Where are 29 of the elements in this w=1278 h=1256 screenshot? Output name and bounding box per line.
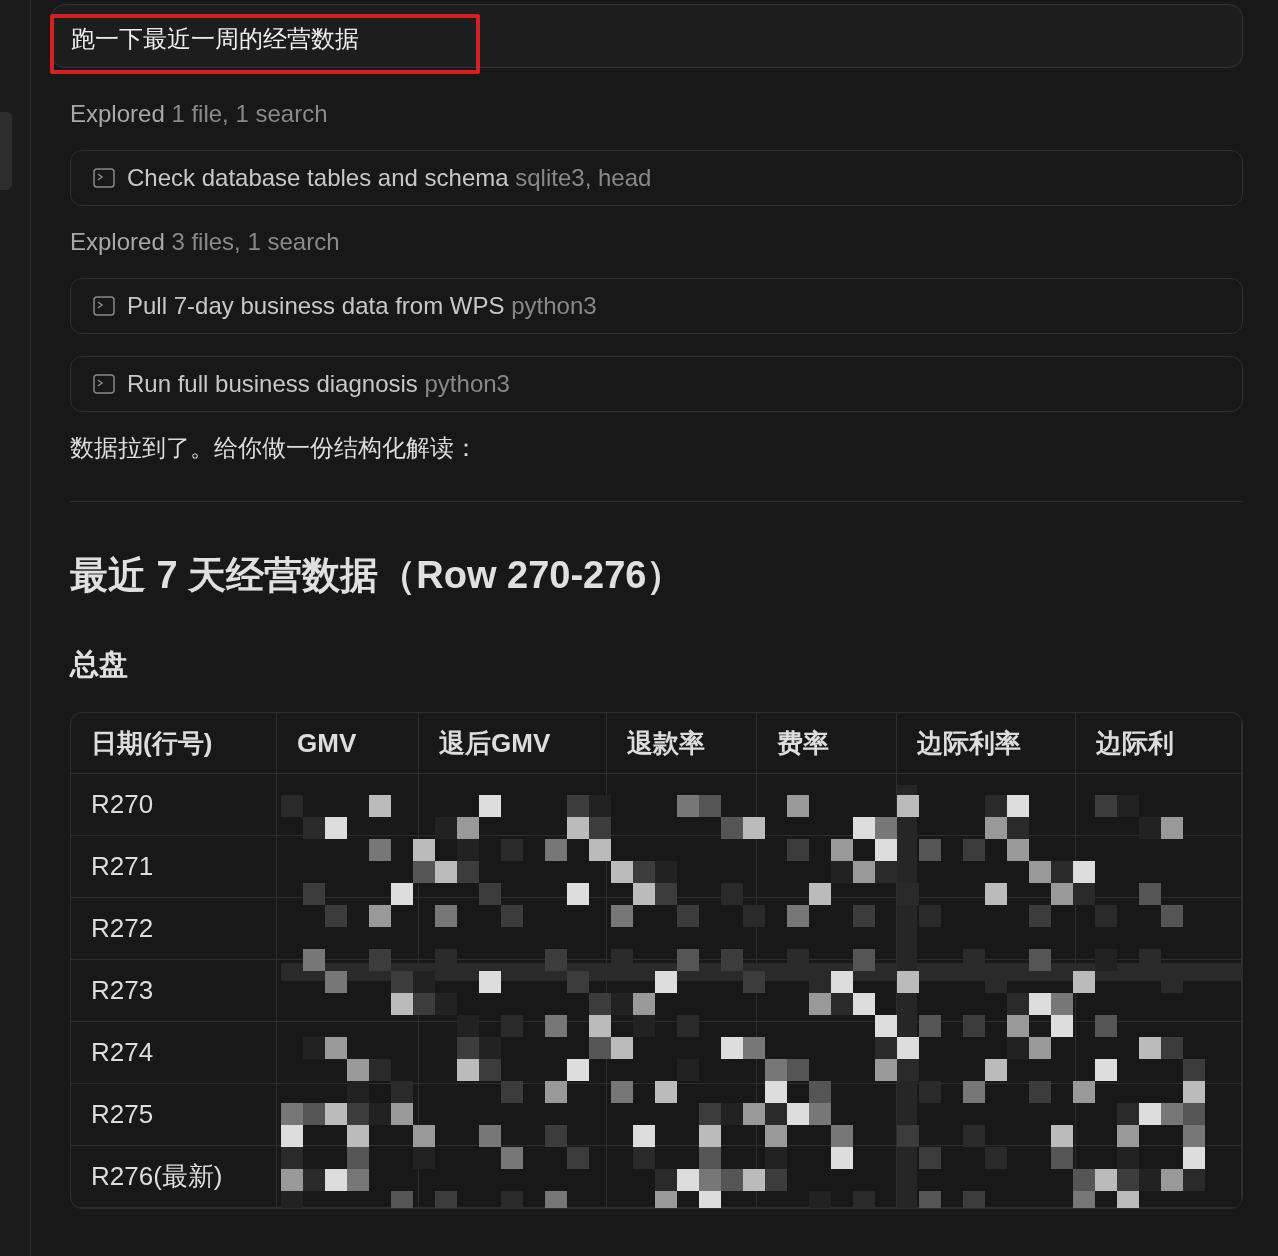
activity-summary: Explored 3 files, 1 search	[70, 228, 341, 256]
activity-summary: Explored 1 file, 1 search	[70, 100, 329, 128]
command-card[interactable]: Check database tables and schema sqlite3, head	[70, 150, 1243, 206]
user-message: 跑一下最近一周的经营数据	[71, 24, 359, 54]
table-cell: R272	[71, 897, 277, 960]
column-header: 退款率	[606, 713, 757, 774]
column-header: 边际利	[1075, 713, 1242, 774]
command-title: Check database tables and schema sqlite3, head	[127, 164, 652, 192]
table-cell: R270	[71, 773, 277, 836]
column-header: 日期(行号)	[71, 713, 277, 774]
terminal-icon	[93, 296, 115, 316]
command-title: Pull 7-day business data from WPS python3	[127, 292, 597, 320]
command-card[interactable]: Run full business diagnosis python3	[70, 356, 1243, 412]
command-card[interactable]: Pull 7-day business data from WPS python3	[70, 278, 1243, 334]
terminal-icon	[93, 374, 115, 394]
command-title: Run full business diagnosis python3	[127, 370, 510, 398]
column-header: 退后GMV	[418, 713, 607, 774]
column-header: 费率	[756, 713, 897, 774]
table-cell: R274	[71, 1021, 277, 1084]
table-cell: R273	[71, 959, 277, 1022]
section-heading: 最近 7 天经营数据（Row 270-276）	[70, 553, 686, 597]
terminal-icon	[93, 168, 115, 188]
table-cell: R276(最新)	[71, 1145, 277, 1208]
reply-text: 数据拉到了。给你做一份结构化解读：	[70, 434, 479, 462]
table-cell: R275	[71, 1083, 277, 1146]
column-header: 边际利率	[896, 713, 1076, 774]
table-cell: R271	[71, 835, 277, 898]
subsection-heading: 总盘	[70, 647, 129, 681]
column-header: GMV	[276, 713, 419, 774]
